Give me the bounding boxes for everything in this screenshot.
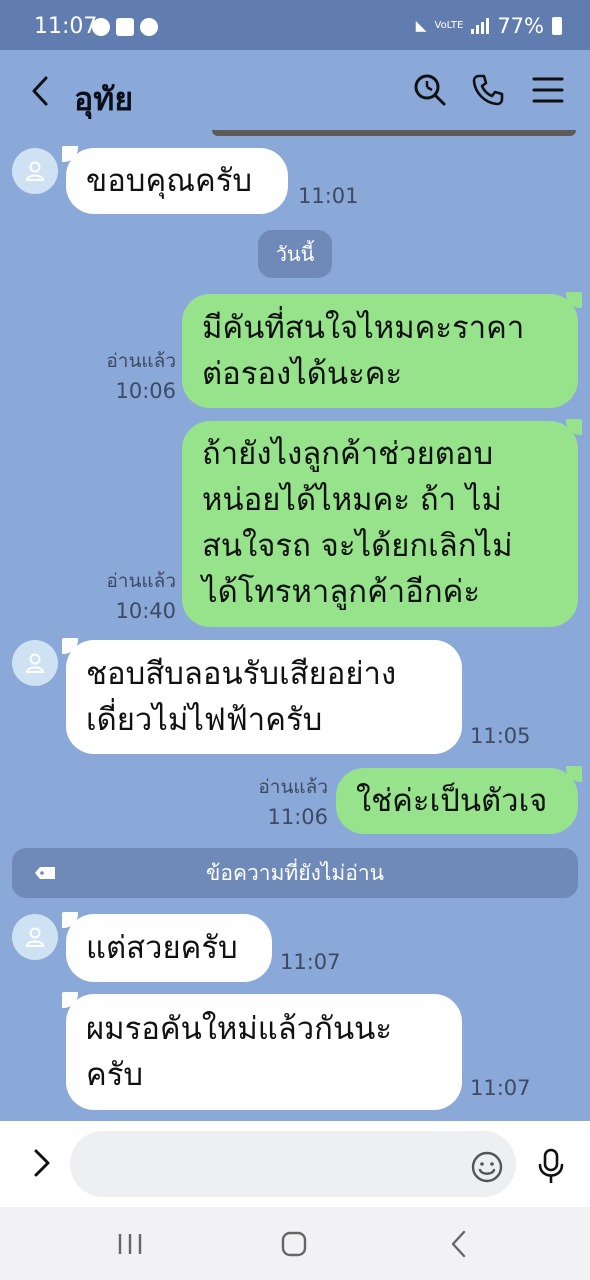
- message-bubble-outgoing[interactable]: มีคันที่สนใจไหมคะราคา ต่อรองได้นะคะ: [182, 292, 582, 408]
- read-label: อ่านแล้ว: [258, 776, 328, 798]
- message-time: 11:01: [298, 184, 359, 208]
- avatar[interactable]: [12, 640, 58, 686]
- message-time: 11:07: [280, 950, 341, 974]
- message-line: หน่อยได้ไหมคะ ถ้า ไม่: [202, 482, 502, 518]
- avatar[interactable]: [12, 914, 58, 960]
- emoji-button[interactable]: [470, 1150, 504, 1184]
- call-button[interactable]: [470, 72, 506, 108]
- search-button[interactable]: [412, 72, 448, 108]
- user-icon: [25, 161, 45, 181]
- contact-name[interactable]: อุทัย: [74, 74, 133, 125]
- system-nav-bar: [0, 1207, 590, 1280]
- search-icon: [414, 74, 446, 106]
- back-icon: [32, 76, 48, 106]
- message-line: ต่อรองได้นะคะ: [202, 356, 403, 392]
- message-line: ได้โทรหาลูกค้าอีกค่ะ: [202, 574, 480, 610]
- home-button[interactable]: [278, 1229, 310, 1259]
- status-right: ◣ VoLTE 77%: [416, 14, 562, 38]
- expand-icon: [34, 1149, 50, 1177]
- message-line: ครับ: [86, 1057, 144, 1093]
- status-bar: 11:07 ◣ VoLTE 77%: [0, 0, 590, 50]
- read-receipt: อ่านแล้ว 10:06: [90, 346, 176, 406]
- notification-icons: [92, 18, 158, 36]
- message-line: ขอบคุณครับ: [86, 163, 253, 199]
- user-icon: [25, 653, 45, 673]
- expand-button[interactable]: [26, 1147, 58, 1179]
- facebook-icon: [140, 18, 158, 36]
- recent-apps-button[interactable]: [114, 1229, 146, 1259]
- read-receipt: อ่านแล้ว 10:40: [90, 566, 176, 626]
- chat-area[interactable]: ขอบคุณครับ 11:01 วันนี้ อ่านแล้ว 10:06 ม…: [0, 120, 590, 1121]
- back-icon: [451, 1230, 466, 1258]
- message-line: ผมรอคันใหม่แล้วกันนะ: [86, 1011, 392, 1047]
- message-bubble-incoming[interactable]: แต่สวยครับ: [62, 912, 272, 982]
- date-separator: วันนี้: [258, 230, 332, 278]
- menu-icon: [532, 77, 564, 103]
- avatar[interactable]: [12, 148, 58, 194]
- tag-icon: [35, 867, 55, 879]
- read-receipt: อ่านแล้ว 11:06: [240, 772, 328, 832]
- gallery-icon: [116, 18, 134, 36]
- message-input[interactable]: [70, 1131, 516, 1197]
- user-icon: [25, 927, 45, 947]
- messenger-icon: [92, 18, 110, 36]
- message-line: ใช่ค่ะเป็นตัวเจ: [356, 783, 548, 819]
- menu-button[interactable]: [530, 72, 566, 108]
- message-bubble-incoming[interactable]: ขอบคุณครับ: [62, 146, 288, 214]
- battery-icon: [552, 17, 562, 35]
- message-bubble-outgoing[interactable]: ถ้ายังไงลูกค้าช่วยตอบ หน่อยได้ไหมคะ ถ้า …: [182, 419, 582, 627]
- message-bubble-incoming[interactable]: ชอบสีบลอนรับเสียอย่าง เดี่ยวไม่ไฟฟ้าครับ: [62, 638, 462, 754]
- volte-label: VoLTE: [434, 20, 464, 31]
- wifi-icon: ◣: [415, 18, 427, 34]
- battery-percent: 77%: [497, 14, 544, 38]
- read-label: อ่านแล้ว: [106, 570, 176, 592]
- phone-icon: [472, 74, 504, 106]
- message-line: เดี่ยวไม่ไฟฟ้าครับ: [86, 702, 323, 738]
- message-time: 11:06: [267, 805, 328, 829]
- emoji-icon: [471, 1151, 503, 1183]
- message-time: 11:05: [470, 724, 531, 748]
- back-button[interactable]: [24, 74, 58, 108]
- message-line: มีคันที่สนใจไหมคะราคา: [202, 310, 525, 346]
- message-bubble-outgoing[interactable]: ใช่ค่ะเป็นตัวเจ: [336, 766, 582, 834]
- microphone-icon: [538, 1148, 564, 1183]
- message-line: สนใจรถ จะได้ยกเลิกไม่: [202, 528, 513, 564]
- recent-apps-icon: [118, 1234, 142, 1254]
- message-line: ถ้ายังไงลูกค้าช่วยตอบ: [202, 436, 494, 472]
- message-line: ชอบสีบลอนรับเสียอย่าง: [86, 656, 397, 692]
- home-icon: [281, 1231, 307, 1257]
- message-time: 10:06: [115, 379, 176, 403]
- message-bubble-incoming[interactable]: ผมรอคันใหม่แล้วกันนะ ครับ: [62, 992, 462, 1110]
- unread-separator: ข้อความที่ยังไม่อ่าน: [12, 848, 578, 898]
- message-time: 11:07: [470, 1076, 531, 1100]
- message-input-bar: [0, 1121, 590, 1207]
- unread-label: ข้อความที่ยังไม่อ่าน: [205, 861, 384, 885]
- system-back-button[interactable]: [444, 1229, 476, 1259]
- status-time: 11:07: [34, 14, 98, 39]
- previous-image-edge[interactable]: [212, 130, 576, 136]
- message-time: 10:40: [115, 599, 176, 623]
- read-label: อ่านแล้ว: [106, 350, 176, 372]
- signal-icon: [471, 18, 490, 34]
- microphone-button[interactable]: [534, 1147, 568, 1185]
- message-line: แต่สวยครับ: [86, 930, 238, 966]
